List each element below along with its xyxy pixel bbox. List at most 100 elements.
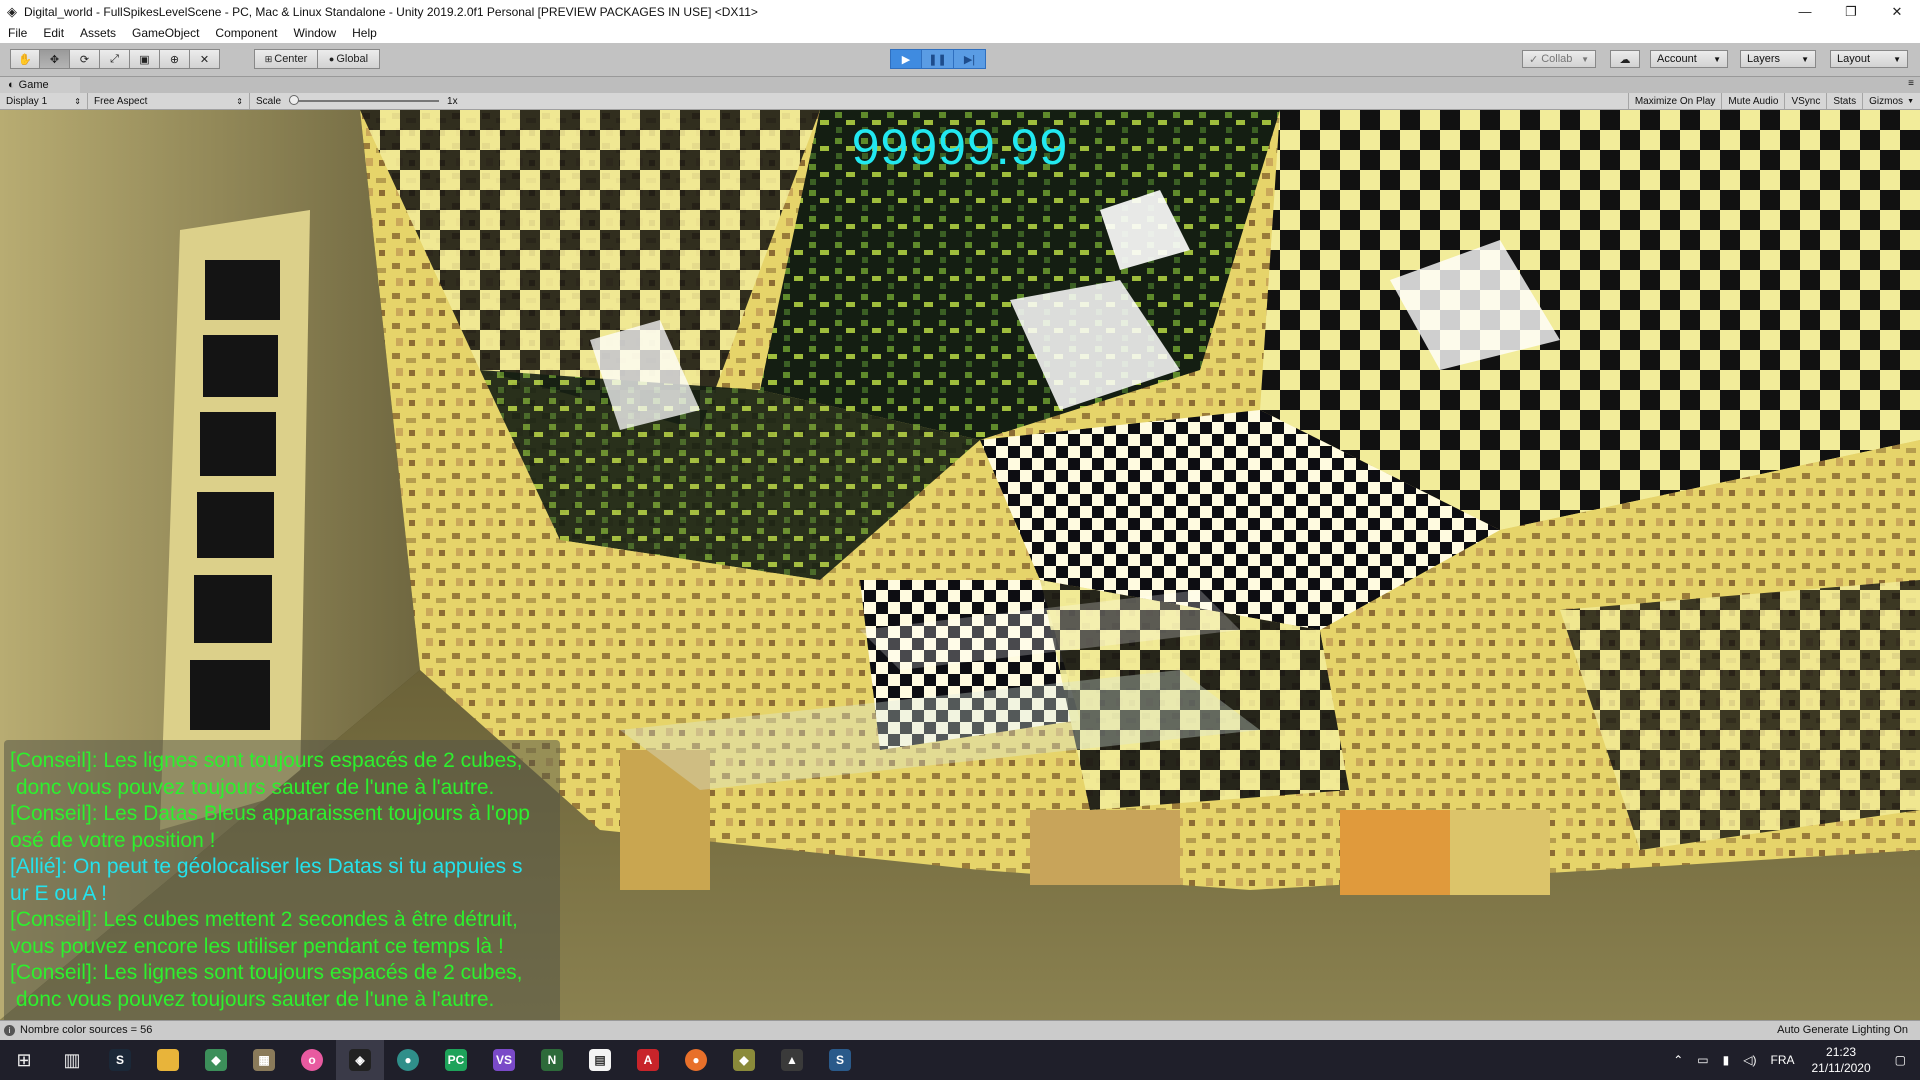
status-bar: i Nombre color sources = 56 Auto Generat… [0,1020,1920,1040]
gizmos-dropdown[interactable]: Gizmos ▼ [1862,93,1920,109]
chat-line: [Conseil]: Les lignes sont toujours espa… [10,961,523,1011]
chevron-up-icon[interactable]: ⌃ [1666,1053,1690,1067]
globe-icon: ● [328,54,335,64]
cloud-icon: ☁ [1619,53,1631,66]
language-indicator[interactable]: FRA [1763,1053,1801,1067]
windows-start-icon[interactable]: ⊞ [0,1040,48,1080]
network-icon[interactable]: ▭ [1690,1053,1715,1067]
menu-assets[interactable]: Assets [72,23,124,43]
game-viewport[interactable]: 99999.99 [Conseil]: Les lignes sont touj… [0,110,1920,1020]
unity-icon[interactable]: ◈ [336,1040,384,1080]
task-view-icon[interactable]: ▥ [48,1040,96,1080]
clock[interactable]: 21:23 21/11/2020 [1801,1044,1880,1076]
caret-down-icon: ▼ [1907,97,1914,105]
console-status[interactable]: i Nombre color sources = 56 [4,1024,152,1036]
caret-down-icon: ▼ [1581,54,1589,64]
step-button[interactable]: ▶| [954,49,986,69]
stats-toggle[interactable]: Stats [1826,93,1862,109]
firefox-icon[interactable]: ● [672,1040,720,1080]
custom-tool-icon[interactable]: ✕ [190,49,220,69]
mute-audio-toggle[interactable]: Mute Audio [1721,93,1784,109]
volume-icon[interactable]: ◁) [1736,1053,1763,1067]
notepad-plus-icon[interactable]: N [528,1040,576,1080]
chat-line: [Allié]: On peut te géolocaliser les Dat… [10,855,523,905]
lighting-status[interactable]: Auto Generate Lighting On [1777,1024,1908,1036]
transform-tools: ✋ ✥ ⟳ ⤢ ▣ ⊕ ✕ [10,49,220,69]
move-tool-icon[interactable]: ✥ [40,49,70,69]
aspect-dropdown[interactable]: Free Aspect ⇕ [88,93,250,109]
pivot-toggles: ⊞ Center ● Global [254,49,380,69]
minimize-button[interactable]: — [1782,0,1828,23]
close-button[interactable]: ✕ [1874,0,1920,23]
document-icon[interactable]: ▤ [576,1040,624,1080]
osu-icon[interactable]: o [288,1040,336,1080]
inkscape-icon[interactable]: ▲ [768,1040,816,1080]
game-view-toolbar: Display 1 ⇕ Free Aspect ⇕ Scale 1x Maxim… [0,93,1920,110]
info-icon: i [4,1024,15,1036]
display-label: Display 1 [6,95,48,107]
scale-slider[interactable] [289,95,440,105]
caret-down-icon: ▼ [1801,54,1809,64]
play-controls: ▶ ❚❚ ▶| [890,49,986,69]
image-app-icon[interactable]: ▦ [240,1040,288,1080]
pause-button[interactable]: ❚❚ [922,49,954,69]
chat-log: [Conseil]: Les lignes sont toujours espa… [4,740,560,1020]
left-window-column [160,210,310,830]
clock-date: 21/11/2020 [1811,1061,1871,1075]
tab-menu-icon[interactable]: ≡ [1908,78,1914,89]
collab-dropdown[interactable]: ✓ Collab ▼ [1522,50,1596,68]
menu-edit[interactable]: Edit [35,23,72,43]
title-bar: ◈ Digital_world - FullSpikesLevelScene -… [0,0,1920,23]
game-tab-label: Game [18,79,49,91]
system-tray: ⌃ ▭ ▮ ◁) FRA 21:23 21/11/2020 ▢ [1666,1040,1920,1080]
transform-tool-icon[interactable]: ⊕ [160,49,190,69]
display-dropdown[interactable]: Display 1 ⇕ [0,93,88,109]
gamemaker-icon[interactable]: ● [384,1040,432,1080]
caret-down-icon: ▼ [1713,54,1721,64]
git-icon[interactable]: ◆ [720,1040,768,1080]
tab-game[interactable]: ◐ Game [0,77,80,93]
maximize-button[interactable]: ❐ [1828,0,1874,23]
file-explorer-icon[interactable] [144,1040,192,1080]
pivot-icon: ⊞ [264,53,273,64]
console-message: Nombre color sources = 56 [20,1024,153,1036]
window-title: Digital_world - FullSpikesLevelScene - P… [24,4,758,19]
vsync-toggle[interactable]: VSync [1784,93,1826,109]
pivot-center-button[interactable]: ⊞ Center [254,49,318,69]
layout-dropdown[interactable]: Layout ▼ [1830,50,1908,68]
layout-label: Layout [1837,53,1871,65]
menu-window[interactable]: Window [285,23,344,43]
menu-bar: File Edit Assets GameObject Component Wi… [0,23,1920,43]
updown-icon: ⇕ [236,96,243,106]
layers-dropdown[interactable]: Layers ▼ [1740,50,1816,68]
steam-icon[interactable]: S [96,1040,144,1080]
scale-slider-knob[interactable] [289,95,300,105]
rotate-tool-icon[interactable]: ⟳ [70,49,100,69]
scale-tool-icon[interactable]: ⤢ [100,49,130,69]
battery-icon[interactable]: ▮ [1716,1053,1737,1067]
pivot-space-button[interactable]: ● Global [318,49,380,69]
chat-line: [Conseil]: Les lignes sont toujours espa… [10,749,523,799]
acrobat-icon[interactable]: A [624,1040,672,1080]
hand-tool-icon[interactable]: ✋ [10,49,40,69]
visual-studio-icon[interactable]: VS [480,1040,528,1080]
pivot-label: Center [274,53,308,65]
menu-help[interactable]: Help [344,23,385,43]
collab-label: Collab [1541,53,1573,65]
layers-label: Layers [1747,53,1781,65]
menu-component[interactable]: Component [207,23,285,43]
notification-icon[interactable]: ▢ [1881,1053,1920,1067]
pycharm-icon[interactable]: PC [432,1040,480,1080]
scale-control: Scale 1x [250,93,470,109]
caret-down-icon: ▼ [1893,54,1901,64]
steam-icon-2[interactable]: S [816,1040,864,1080]
menu-file[interactable]: File [0,23,35,43]
maximize-on-play-toggle[interactable]: Maximize On Play [1627,93,1722,109]
main-toolbar: ✋ ✥ ⟳ ⤢ ▣ ⊕ ✕ ⊞ Center ● Global ▶ ❚❚ ▶| … [0,43,1920,77]
gitkraken-icon[interactable]: ◆ [192,1040,240,1080]
menu-gameobject[interactable]: GameObject [124,23,207,43]
cloud-button[interactable]: ☁ [1610,50,1640,68]
play-button[interactable]: ▶ [890,49,922,69]
account-dropdown[interactable]: Account ▼ [1650,50,1728,68]
rect-tool-icon[interactable]: ▣ [130,49,160,69]
